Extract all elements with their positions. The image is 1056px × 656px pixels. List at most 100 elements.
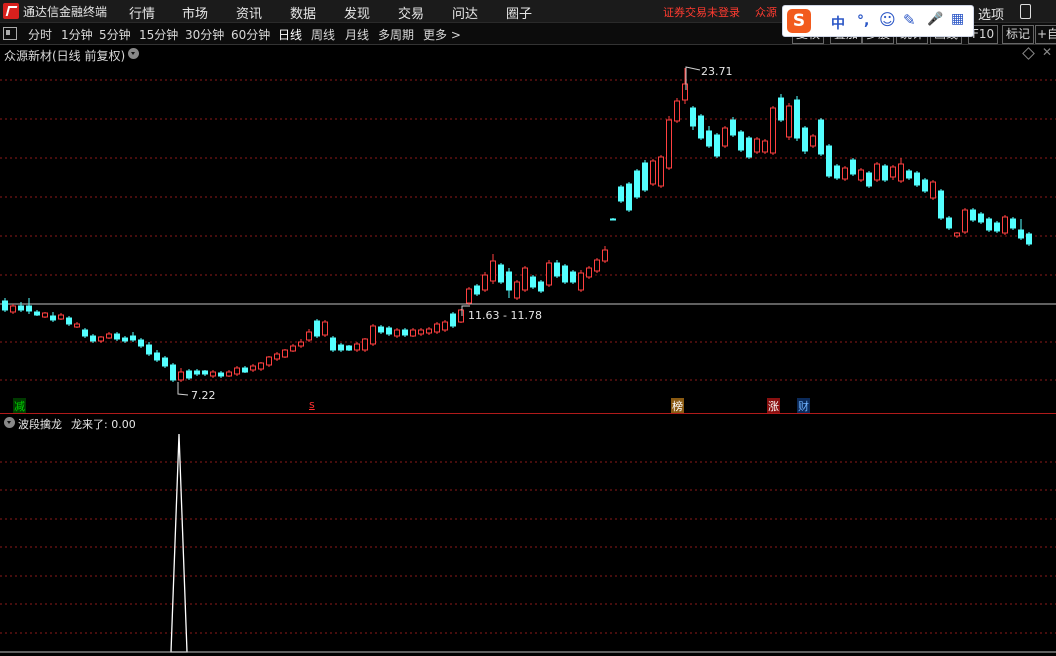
menu-ask[interactable]: 问达	[452, 3, 478, 22]
layout-toggle-icon[interactable]	[3, 27, 17, 40]
low-marker	[177, 382, 189, 396]
candle-body	[482, 274, 488, 291]
candle-body	[554, 262, 560, 277]
indicator-dropdown-icon[interactable]	[4, 417, 15, 428]
menu-market[interactable]: 市场	[182, 3, 208, 22]
indicator-chart[interactable]	[0, 430, 1056, 656]
menu-discover[interactable]: 发现	[344, 3, 370, 22]
candle-body	[18, 305, 24, 311]
candle-body	[122, 337, 128, 342]
period-weekly[interactable]: 周线	[311, 26, 335, 43]
mark-button[interactable]: 标记	[1002, 25, 1035, 44]
high-label: 23.71	[701, 65, 733, 78]
candle-body	[386, 327, 392, 335]
candle-body	[234, 367, 240, 375]
menu-news[interactable]: 资讯	[236, 3, 262, 22]
range-label: 11.63 - 11.78	[468, 309, 542, 322]
candle-body	[274, 353, 280, 360]
candle-body	[42, 312, 48, 318]
period-5min[interactable]: 5分钟	[99, 26, 131, 43]
signal-reduce[interactable]: 减	[13, 398, 26, 414]
candle-body	[290, 345, 296, 352]
candle-body	[954, 232, 960, 237]
candle-body	[578, 272, 584, 291]
signal-limit-up[interactable]: 涨	[767, 398, 780, 414]
ime-emoji-icon[interactable]: ☺	[879, 10, 896, 29]
candle-body	[514, 281, 520, 299]
candle-body	[194, 370, 200, 375]
candle-body	[362, 338, 368, 351]
period-timeshare[interactable]: 分时	[28, 26, 52, 43]
candle-body	[354, 343, 360, 351]
candle-body	[178, 371, 184, 381]
account-text[interactable]: 众源	[755, 4, 777, 20]
candle-body	[218, 372, 224, 377]
ime-lang-icon[interactable]: 中	[831, 13, 845, 33]
period-1min[interactable]: 1分钟	[61, 26, 93, 43]
menu-data[interactable]: 数据	[290, 3, 316, 22]
candle-body	[98, 336, 104, 342]
candle-body	[338, 344, 344, 351]
ime-punct-icon[interactable]: °,	[857, 13, 869, 29]
candle-body	[610, 218, 616, 221]
login-warning[interactable]: 证券交易未登录	[663, 4, 740, 20]
candle-body	[162, 357, 168, 367]
signal-list[interactable]: 榜	[671, 398, 684, 414]
expand-diamond-icon[interactable]	[1022, 47, 1035, 60]
candle-body	[794, 99, 800, 139]
candle-body	[946, 217, 952, 229]
ime-handwrite-icon[interactable]: ✎	[903, 11, 916, 29]
candle-body	[978, 213, 984, 223]
phone-icon[interactable]	[1020, 4, 1031, 19]
ime-voice-icon[interactable]: 🎤	[927, 12, 943, 27]
candle-body	[474, 285, 480, 295]
candle-body	[594, 259, 600, 272]
period-monthly[interactable]: 月线	[345, 26, 369, 43]
candle-body	[850, 159, 856, 175]
panel-divider[interactable]	[0, 413, 1056, 414]
menu-quotes[interactable]: 行情	[129, 3, 155, 22]
candle-body	[490, 260, 496, 282]
period-30min[interactable]: 30分钟	[185, 26, 224, 43]
period-multi[interactable]: 多周期	[378, 26, 414, 43]
candle-body	[602, 249, 608, 262]
candle-body	[890, 166, 896, 178]
options-menu[interactable]: 选项	[978, 4, 1004, 23]
menu-circle[interactable]: 圈子	[506, 3, 532, 22]
candle-body	[962, 209, 968, 233]
candle-body	[282, 349, 288, 358]
signal-s[interactable]: s	[308, 398, 316, 411]
period-daily[interactable]: 日线	[278, 26, 302, 43]
period-60min[interactable]: 60分钟	[231, 26, 270, 43]
candle-body	[746, 137, 752, 158]
candle-body	[114, 333, 120, 340]
candle-body	[866, 172, 872, 187]
candle-body	[810, 135, 816, 147]
candle-body	[674, 100, 680, 122]
stock-menu-dropdown-icon[interactable]	[128, 48, 139, 59]
candle-body	[562, 265, 568, 283]
candle-body	[298, 341, 304, 347]
menu-trade[interactable]: 交易	[398, 3, 424, 22]
candle-body	[522, 267, 528, 291]
candle-body	[858, 169, 864, 181]
add-custom-button[interactable]: +自	[1035, 25, 1056, 44]
candle-body	[130, 335, 136, 341]
candle-body	[898, 163, 904, 182]
signal-finance[interactable]: 财	[797, 398, 810, 414]
candle-body	[154, 352, 160, 361]
candle-body	[418, 329, 424, 335]
candle-body	[242, 367, 248, 373]
candle-body	[74, 323, 80, 328]
period-15min[interactable]: 15分钟	[139, 26, 178, 43]
candle-body	[538, 281, 544, 292]
close-icon[interactable]: ✕	[1042, 45, 1052, 59]
candle-body	[410, 329, 416, 337]
period-more[interactable]: 更多 >	[423, 26, 461, 43]
ime-toolbox-icon[interactable]: ▦	[951, 11, 964, 27]
candle-body	[706, 130, 712, 147]
ime-toolbar[interactable]: S 中 °, ☺ ✎ 🎤 ▦	[782, 5, 974, 37]
candle-body	[258, 362, 264, 370]
sogou-logo-icon[interactable]: S	[787, 9, 811, 33]
kline-chart[interactable]: 23.71 7.22 11.63 - 11.78	[0, 60, 1056, 414]
